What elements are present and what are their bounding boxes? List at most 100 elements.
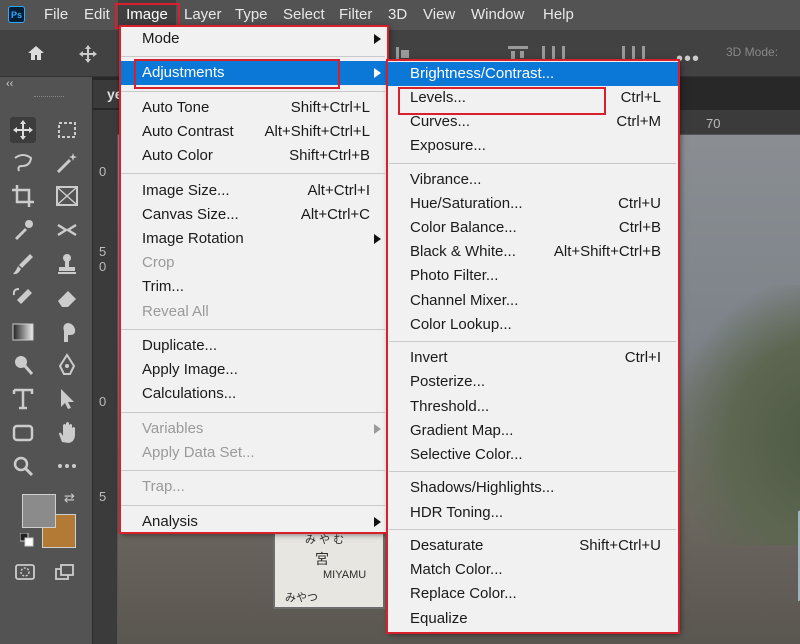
adjustments-item-curves[interactable]: Curves... Ctrl+M — [387, 110, 678, 134]
default-colors-icon[interactable] — [20, 533, 34, 547]
adjustments-item-levels[interactable]: Levels... Ctrl+L — [387, 86, 678, 110]
rectangle-tool-icon[interactable] — [10, 420, 36, 446]
image-menu-item-image-size[interactable]: Image Size... Alt+Ctrl+I — [119, 179, 387, 203]
foreground-color-swatch[interactable] — [22, 494, 56, 528]
eraser-tool-icon[interactable] — [54, 285, 80, 311]
menu-item-shortcut: Shift+Ctrl+L — [290, 98, 370, 116]
adjustments-item-color-balance[interactable]: Color Balance... Ctrl+B — [387, 216, 678, 240]
image-menu-item-image-rotation[interactable]: Image Rotation — [119, 227, 387, 251]
menu-item-label: Selective Color... — [410, 445, 523, 463]
more-options-icon[interactable]: ••• — [676, 48, 700, 71]
ruler-label: 0 — [99, 164, 107, 179]
smudge-tool-icon[interactable] — [54, 319, 80, 345]
menu-item-label: Auto Color — [142, 147, 213, 165]
menu-item-label: Posterize... — [410, 373, 486, 391]
menu-item-shortcut: Shift+Ctrl+U — [579, 537, 661, 555]
screen-mode-icon[interactable] — [54, 562, 76, 582]
adjustments-item-black-white[interactable]: Black & White... Alt+Shift+Ctrl+B — [387, 240, 678, 264]
adjustments-item-match-color[interactable]: Match Color... — [387, 558, 678, 582]
menu-item-label: Invert — [410, 349, 448, 367]
menu-window[interactable]: Window — [471, 0, 524, 30]
adjustments-item-gradient-map[interactable]: Gradient Map... — [387, 419, 678, 443]
adjustments-item-desaturate[interactable]: Desaturate Shift+Ctrl+U — [387, 534, 678, 558]
menu-view[interactable]: View — [423, 0, 455, 30]
menu-separator — [389, 529, 676, 531]
image-menu-item-trim[interactable]: Trim... — [119, 275, 387, 299]
path-selection-tool-icon[interactable] — [54, 386, 80, 412]
healing-brush-tool-icon[interactable] — [54, 217, 80, 243]
eyedropper-tool-icon[interactable] — [10, 217, 36, 243]
image-menu-item-canvas-size[interactable]: Canvas Size... Alt+Ctrl+C — [119, 203, 387, 227]
image-menu-item-duplicate[interactable]: Duplicate... — [119, 334, 387, 358]
image-menu-item-auto-contrast[interactable]: Auto Contrast Alt+Shift+Ctrl+L — [119, 120, 387, 144]
move-tool-icon[interactable] — [10, 117, 36, 143]
image-menu-item-crop: Crop — [119, 251, 387, 275]
menu-item-label: Auto Tone — [142, 98, 210, 116]
quick-mask-icon[interactable] — [14, 562, 36, 582]
sign-text: みやつ — [285, 592, 318, 604]
menu-item-label: Trim... — [142, 278, 184, 296]
brush-tool-icon[interactable] — [10, 251, 36, 277]
image-menu-item-apply-image[interactable]: Apply Image... — [119, 358, 387, 382]
magic-wand-tool-icon[interactable] — [54, 150, 80, 176]
image-menu-item-calculations[interactable]: Calculations... — [119, 382, 387, 406]
adjustments-item-photo-filter[interactable]: Photo Filter... — [387, 264, 678, 288]
adjustments-item-shadows-highlights[interactable]: Shadows/Highlights... — [387, 476, 678, 500]
menu-item-label: Channel Mixer... — [410, 291, 519, 309]
menu-separator — [121, 504, 385, 506]
adjustments-item-posterize[interactable]: Posterize... — [387, 370, 678, 394]
type-tool-icon[interactable] — [10, 386, 36, 412]
adjustments-item-color-lookup[interactable]: Color Lookup... — [387, 313, 678, 337]
adjustments-item-hue-saturation[interactable]: Hue/Saturation... Ctrl+U — [387, 192, 678, 216]
adjustments-item-replace-color[interactable]: Replace Color... — [387, 582, 678, 606]
panel-grip[interactable] — [34, 96, 64, 99]
adjustments-item-hdr-toning[interactable]: HDR Toning... — [387, 501, 678, 525]
menu-file[interactable]: File — [44, 0, 68, 30]
frame-tool-icon[interactable] — [54, 183, 80, 209]
menu-separator — [121, 470, 385, 472]
gradient-tool-icon[interactable] — [10, 319, 36, 345]
zoom-tool-icon[interactable] — [10, 453, 36, 479]
dodge-tool-icon[interactable] — [10, 352, 36, 378]
adjustments-item-vibrance[interactable]: Vibrance... — [387, 168, 678, 192]
hand-tool-icon[interactable] — [54, 420, 80, 446]
menu-item-label: Reveal All — [142, 302, 209, 320]
adjustments-item-channel-mixer[interactable]: Channel Mixer... — [387, 289, 678, 313]
home-icon[interactable] — [26, 43, 46, 63]
adjustments-item-brightness-contrast[interactable]: Brightness/Contrast... — [387, 62, 678, 86]
image-menu: Mode Adjustments Auto Tone Shift+Ctrl+L Auto… — [119, 25, 387, 532]
image-menu-item-auto-tone[interactable]: Auto Tone Shift+Ctrl+L — [119, 96, 387, 120]
menu-edit[interactable]: Edit — [84, 0, 110, 30]
menu-item-label: Image Size... — [142, 181, 230, 199]
marquee-tool-icon[interactable] — [54, 117, 80, 143]
submenu-arrow-icon — [374, 423, 381, 434]
collapse-panel-icon[interactable]: ‹‹ — [6, 78, 13, 90]
menu-3d[interactable]: 3D — [388, 0, 407, 30]
image-menu-item-adjustments[interactable]: Adjustments — [119, 61, 387, 86]
adjustments-item-threshold[interactable]: Threshold... — [387, 395, 678, 419]
menu-item-label: Threshold... — [410, 397, 490, 415]
lasso-tool-icon[interactable] — [10, 150, 36, 176]
adjustments-item-selective-color[interactable]: Selective Color... — [387, 443, 678, 467]
submenu-arrow-icon — [374, 68, 381, 79]
image-menu-item-analysis[interactable]: Analysis — [119, 510, 387, 534]
adjustments-item-exposure[interactable]: Exposure... — [387, 134, 678, 158]
pen-tool-icon[interactable] — [54, 352, 80, 378]
crop-tool-icon[interactable] — [10, 183, 36, 209]
menu-item-label: Mode — [142, 30, 180, 47]
menu-item-shortcut: Alt+Ctrl+I — [307, 181, 370, 199]
image-menu-item-auto-color[interactable]: Auto Color Shift+Ctrl+B — [119, 144, 387, 168]
image-menu-item-mode[interactable]: Mode — [119, 27, 387, 51]
adjustments-item-invert[interactable]: Invert Ctrl+I — [387, 346, 678, 370]
menu-separator — [121, 90, 385, 92]
menu-item-label: Image Rotation — [142, 230, 244, 247]
swap-colors-icon[interactable]: ⇄ — [64, 490, 75, 506]
clone-stamp-tool-icon[interactable] — [54, 251, 80, 277]
adjustments-item-equalize[interactable]: Equalize — [387, 607, 678, 631]
menu-item-label: Curves... — [410, 113, 471, 131]
history-brush-tool-icon[interactable] — [10, 285, 36, 311]
move-tool-options-icon[interactable] — [78, 44, 98, 64]
menu-item-shortcut: Ctrl+U — [618, 195, 661, 213]
menu-help[interactable]: Help — [543, 0, 574, 30]
more-tools-icon[interactable] — [54, 453, 80, 479]
